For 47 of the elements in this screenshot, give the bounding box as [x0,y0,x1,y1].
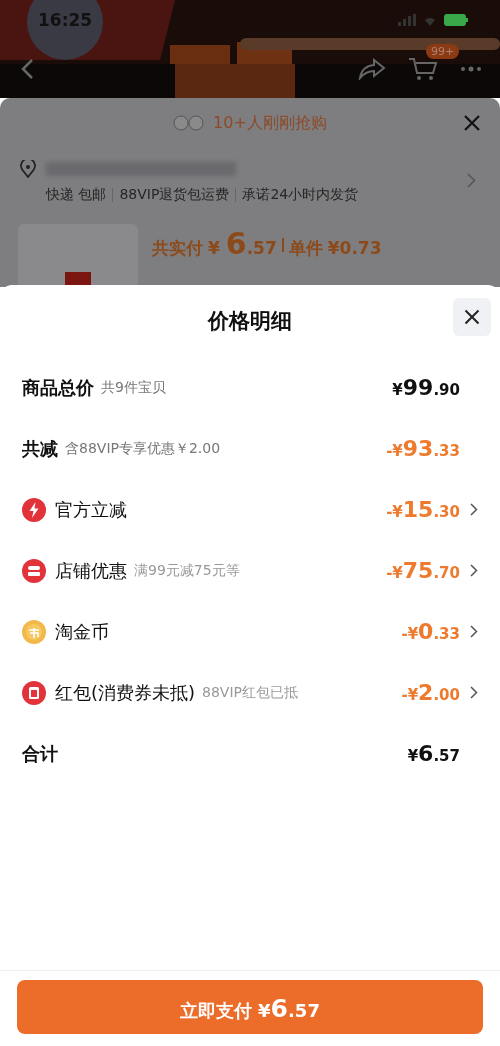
row-label: 商品总价 [22,375,94,400]
unit-amount: ¥0.73 [327,238,382,258]
location-icon [20,160,36,178]
chevron-right-icon[interactable] [470,503,478,516]
row-amount: -¥2.00 [401,680,460,705]
pay-button[interactable]: 立即支付 ¥6.57 [17,980,483,1034]
row-note: 88VIP红包已抵 [202,683,298,702]
modal-title: 价格明细 [208,308,292,335]
shipping-tag: 88VIP退货包运费 [119,186,230,204]
chevron-right-icon[interactable] [470,625,478,638]
row-label: 合计 [22,741,58,766]
share-icon[interactable] [358,58,386,80]
chevron-right-icon[interactable] [470,686,478,699]
row-note: 含88VIP专享优惠￥2.00 [65,439,221,458]
paid-amount: ¥ 6.57 [208,226,277,261]
shipping-tag: 承诺24小时内发货 [242,186,359,204]
row-label: 共减 [22,436,58,461]
cart-icon[interactable] [408,56,438,82]
row-label: 店铺优惠 [55,558,127,583]
envelope-icon [22,680,46,705]
row-label: 红包(消费券未抵) [55,680,196,705]
shop-icon [22,558,46,583]
unit-label: 单件 [288,237,323,260]
battery-icon [444,14,468,26]
shipping-tag: 快递 包邮 [46,186,107,204]
popular-text: 10+人刚刚抢购 [213,112,327,134]
close-icon[interactable] [464,309,480,325]
row-amount: -¥0.33 [401,619,460,644]
row-amount: ¥6.57 [407,741,460,766]
close-button[interactable] [453,298,491,336]
chevron-right-icon[interactable] [470,564,478,577]
lightning-icon [22,497,46,522]
paid-label: 共实付 [152,237,203,260]
signal-icon [398,14,416,26]
cart-badge: 99+ [426,44,460,59]
row-amount: ¥99.90 [392,375,460,400]
row-amount: -¥15.30 [386,497,460,522]
back-icon[interactable] [20,58,34,80]
row-amount: -¥93.33 [386,436,460,461]
row-note: 共9件宝贝 [101,378,166,397]
row-note: 满99元减75元等 [134,561,240,580]
row-label: 官方立减 [55,497,127,522]
avatars-icon [173,115,206,131]
more-icon[interactable] [460,66,482,72]
row-amount: -¥75.70 [386,558,460,583]
coin-icon [22,619,46,644]
row-label: 淘金币 [55,619,109,644]
